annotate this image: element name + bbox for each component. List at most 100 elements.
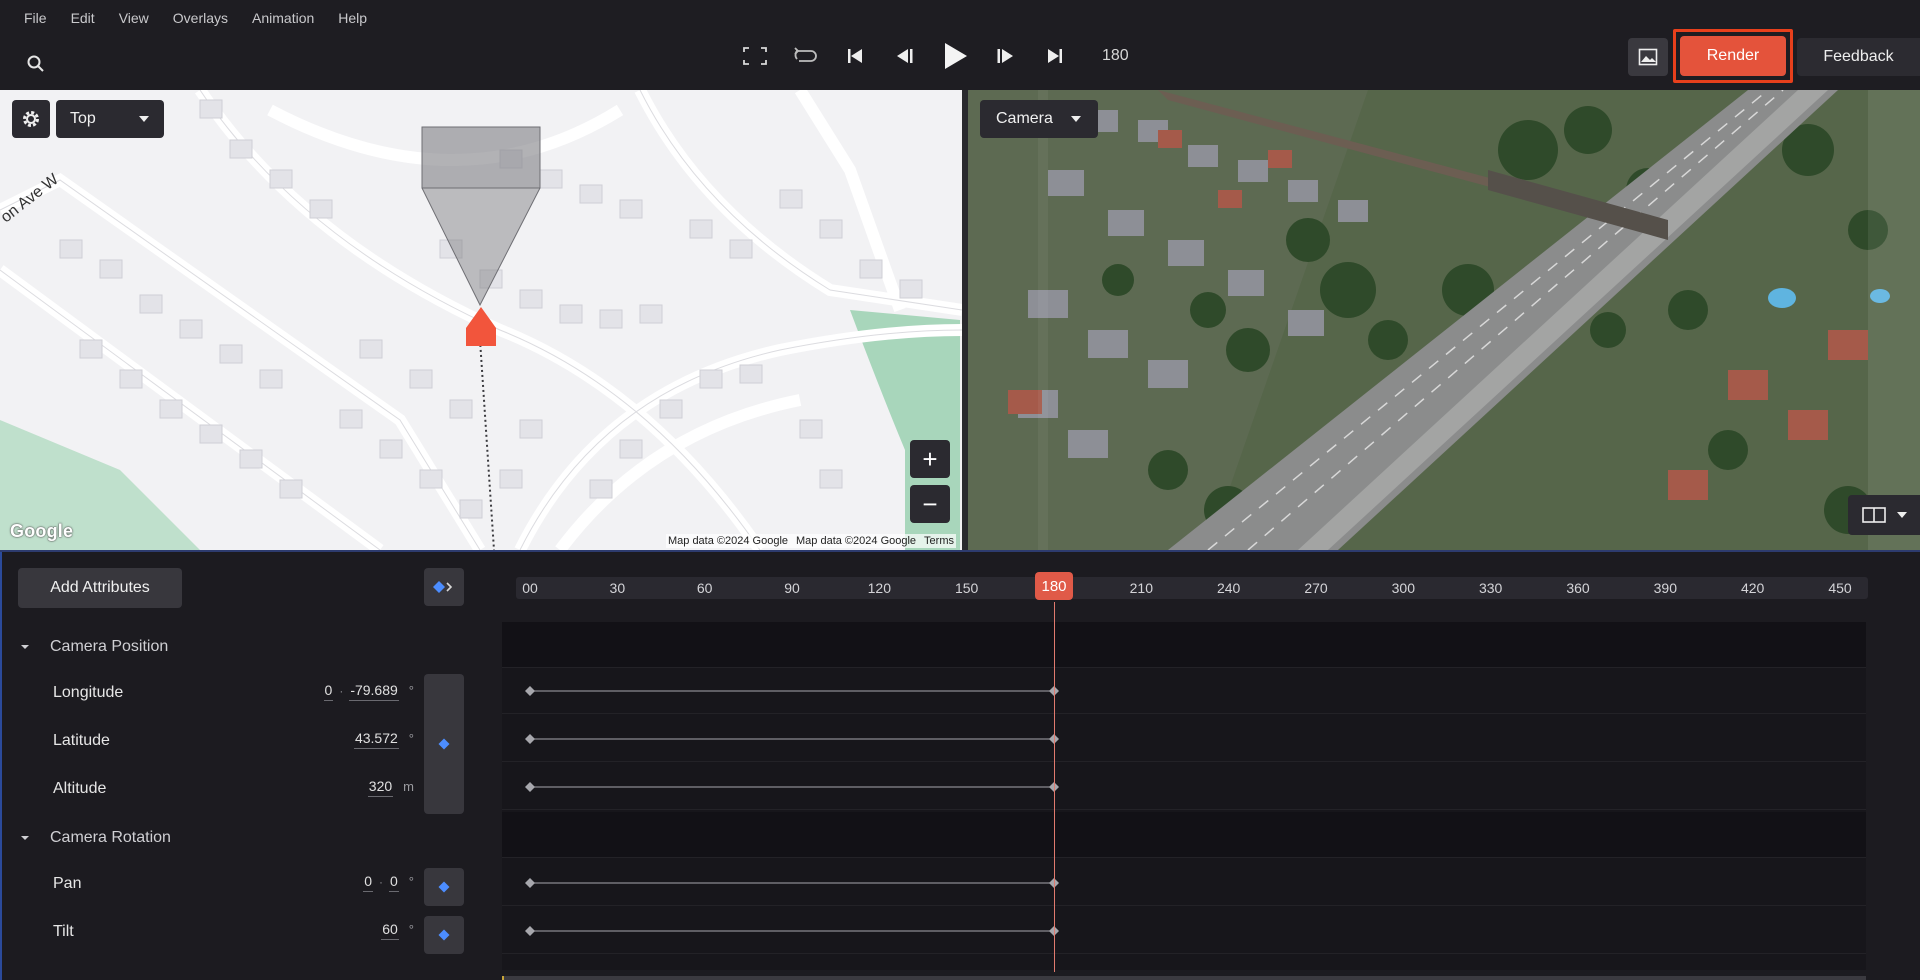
search-button[interactable]: [22, 50, 50, 78]
property-label: Tilt: [53, 923, 74, 940]
latitude-values: 43.572 °: [353, 730, 414, 749]
tick-label: 30: [609, 580, 626, 596]
tick-label: 420: [1740, 580, 1765, 596]
step-forward-button[interactable]: [980, 38, 1030, 74]
tick-label: 390: [1653, 580, 1678, 596]
latitude-value-field[interactable]: 43.572: [353, 730, 399, 749]
view-mode-dropdown[interactable]: Top: [56, 100, 164, 138]
chevron-down-icon: [1896, 512, 1907, 518]
add-attributes-button[interactable]: Add Attributes: [18, 568, 182, 608]
loop-button[interactable]: [780, 38, 830, 74]
terms-link[interactable]: Terms: [924, 535, 954, 547]
step-back-icon: [897, 49, 913, 63]
tick-label: 60: [696, 580, 713, 596]
group-title: Camera Rotation: [50, 829, 171, 846]
transport-controls: 180: [730, 38, 1129, 74]
unit-label: °: [408, 731, 414, 746]
group-camera-position[interactable]: Camera Position: [18, 632, 168, 662]
top-bar: File Edit View Overlays Animation Help 1…: [0, 0, 1920, 90]
unit-label: m: [403, 779, 414, 794]
longitude-value-field[interactable]: -79.689: [349, 682, 399, 701]
keyframe-diamond[interactable]: [525, 734, 535, 744]
keyframe-icon: [438, 738, 450, 750]
unit-label: °: [408, 874, 414, 889]
timeline-scrollbar[interactable]: [502, 976, 1866, 980]
render-button[interactable]: Render: [1680, 36, 1786, 76]
play-button[interactable]: [930, 38, 980, 74]
property-label: Latitude: [53, 732, 110, 749]
keyframe-diamond[interactable]: [525, 782, 535, 792]
separator-dot: ·: [379, 875, 383, 889]
camera-viewport[interactable]: Camera: [968, 90, 1920, 550]
keyframe-icon: [438, 929, 450, 941]
tilt-keyframe-button[interactable]: [424, 916, 464, 954]
chevron-down-icon: [139, 116, 149, 122]
step-back-button[interactable]: [880, 38, 930, 74]
keyframe-diamond[interactable]: [525, 926, 535, 936]
menu-file[interactable]: File: [12, 6, 59, 30]
pan-values: 0 · 0 °: [363, 873, 414, 892]
keyframe-icon: [438, 881, 450, 893]
tick-label: 450: [1828, 580, 1852, 596]
tick-label: 210: [1129, 580, 1154, 596]
menu-animation[interactable]: Animation: [240, 6, 326, 30]
keyframe-tracks[interactable]: [502, 622, 1866, 970]
tick-label: 150: [954, 580, 979, 596]
fullscreen-icon: [743, 47, 767, 65]
image-export-button[interactable]: [1628, 38, 1668, 76]
group-camera-rotation[interactable]: Camera Rotation: [18, 823, 171, 853]
settings-button[interactable]: [12, 100, 50, 138]
minus-icon: −: [922, 489, 938, 519]
search-icon: [27, 55, 44, 72]
skip-end-button[interactable]: [1030, 38, 1080, 74]
pan-degrees-field[interactable]: 0: [363, 873, 373, 892]
keyframe-diamond[interactable]: [525, 878, 535, 888]
step-forward-icon: [997, 49, 1013, 63]
menu-overlays[interactable]: Overlays: [161, 6, 240, 30]
tick-label: 120: [867, 580, 892, 596]
google-logo: Google: [10, 521, 74, 541]
tick-label: 90: [784, 580, 800, 596]
timeline-ruler[interactable]: 0030609012015018021024027030033036039042…: [516, 577, 1868, 599]
group-title: Camera Position: [50, 638, 169, 655]
tick-label: 330: [1478, 580, 1503, 596]
unit-label: °: [408, 922, 414, 937]
gear-icon: [23, 111, 39, 127]
timeline-panel: Add Attributes Camera Position Longitude…: [0, 550, 1920, 980]
separator-dot: ·: [339, 684, 344, 698]
longitude-degrees-field[interactable]: 0: [323, 682, 334, 701]
tilt-value-field[interactable]: 60: [381, 921, 399, 940]
map-viewport[interactable]: on Ave W Top + − Google Map data ©2024 G…: [0, 90, 962, 550]
camera-view-dropdown[interactable]: Camera: [980, 100, 1098, 138]
skip-start-button[interactable]: [830, 38, 880, 74]
position-keyframe-button[interactable]: [424, 674, 464, 814]
plus-icon: +: [922, 444, 938, 474]
tick-label: 240: [1216, 580, 1241, 596]
view-mode-label: Top: [70, 110, 96, 127]
playhead-line[interactable]: [1053, 602, 1055, 972]
menu-help[interactable]: Help: [326, 6, 379, 30]
playhead-badge[interactable]: 180: [1035, 572, 1073, 600]
feedback-button[interactable]: Feedback: [1797, 38, 1920, 76]
menu-bar: File Edit View Overlays Animation Help: [12, 6, 379, 30]
attribution-text: Map data ©2024 Google: [796, 535, 917, 547]
property-label: Altitude: [53, 780, 107, 797]
skip-end-icon: [1048, 49, 1062, 63]
pan-value-field[interactable]: 0: [389, 873, 399, 892]
pan-keyframe-button[interactable]: [424, 868, 464, 906]
menu-edit[interactable]: Edit: [59, 6, 107, 30]
fullscreen-button[interactable]: [730, 38, 780, 74]
layout-split-button[interactable]: [1848, 495, 1920, 535]
camera-view-label: Camera: [996, 110, 1053, 127]
longitude-values: 0 · -79.689 °: [323, 682, 414, 701]
keyframe-next-icon: [433, 581, 453, 593]
split-view-icon: [1861, 507, 1886, 523]
aerial-imagery: [968, 90, 1920, 550]
keyframe-diamond[interactable]: [525, 686, 535, 696]
zoom-in-button[interactable]: +: [910, 440, 950, 478]
menu-view[interactable]: View: [107, 6, 161, 30]
next-keyframe-button[interactable]: [424, 568, 464, 606]
tick-label: 300: [1391, 580, 1416, 596]
zoom-out-button[interactable]: −: [910, 485, 950, 523]
altitude-value-field[interactable]: 320: [367, 778, 394, 797]
